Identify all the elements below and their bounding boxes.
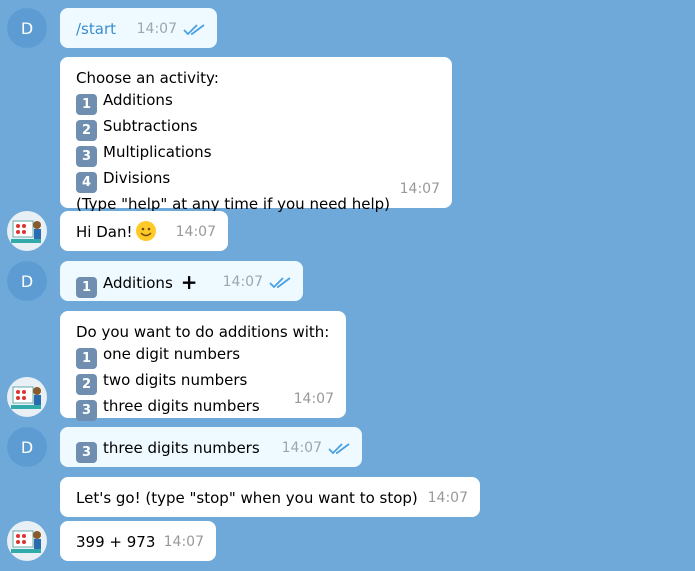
user-avatar[interactable]: D <box>7 427 47 467</box>
keycap-2-icon: 2 <box>76 120 97 141</box>
keycap-1-icon: 1 <box>76 348 97 369</box>
bot-avatar[interactable] <box>7 211 47 251</box>
message-bubble[interactable]: /start 14:07 <box>60 8 217 48</box>
message-time: 14:07 <box>175 224 216 240</box>
message-text: Hi Dan! <box>76 223 133 241</box>
message-time: 14:07 <box>293 391 334 407</box>
message-time: 14:07 <box>222 274 263 290</box>
bot-avatar-image <box>11 530 41 553</box>
bot-avatar-image <box>11 386 41 409</box>
smiling-face-icon <box>136 221 157 241</box>
bot-avatar-image <box>11 220 41 243</box>
keycap-1-icon: 1 <box>76 94 97 115</box>
command-link[interactable]: /start <box>76 20 116 38</box>
message-line: Choose an activity: <box>76 69 219 87</box>
bot-avatar[interactable] <box>7 377 47 417</box>
list-item: 4 Divisions <box>76 167 438 193</box>
keycap-3-icon: 3 <box>76 146 97 167</box>
keycap-1-icon: 1 <box>76 277 97 298</box>
message-text: 399 + 973 <box>76 533 156 551</box>
message-bubble[interactable]: Hi Dan! 14:07 <box>60 211 228 251</box>
list-item: 2 Subtractions <box>76 115 438 141</box>
user-avatar[interactable]: D <box>7 8 47 48</box>
message-text: three digits numbers <box>103 439 260 457</box>
message-line: Do you want to do additions with: <box>76 323 330 341</box>
message-bubble[interactable]: Let's go! (type "stop" when you want to … <box>60 477 480 517</box>
list-item: 3 Multiplications <box>76 141 438 167</box>
list-item: 1 Additions <box>76 89 438 115</box>
double-check-icon <box>269 277 291 289</box>
message-time: 14:07 <box>399 181 440 197</box>
message-text: Additions <box>103 274 173 292</box>
bot-avatar[interactable] <box>7 521 47 561</box>
list-item: 1 one digit numbers <box>76 343 332 369</box>
double-check-icon <box>183 24 205 36</box>
keycap-3-icon: 3 <box>76 400 97 421</box>
double-check-icon <box>328 443 350 455</box>
message-bubble[interactable]: 1 Additions + 14:07 <box>60 261 303 301</box>
message-time: 14:07 <box>427 490 468 506</box>
message-time: 14:07 <box>163 534 204 550</box>
message-bubble[interactable]: Do you want to do additions with: 1 one d… <box>60 311 346 421</box>
user-avatar[interactable]: D <box>7 261 47 301</box>
keycap-2-icon: 2 <box>76 374 97 395</box>
message-bubble[interactable]: Choose an activity: 1 Additions 2 Subtract… <box>60 57 452 213</box>
message-time: 14:07 <box>136 21 177 37</box>
heavy-plus-icon: + <box>180 270 198 294</box>
message-bubble[interactable]: 3 three digits numbers 14:07 <box>60 427 362 467</box>
keycap-3-icon: 3 <box>76 442 97 463</box>
keycap-4-icon: 4 <box>76 172 97 193</box>
message-bubble[interactable]: 399 + 973 14:07 <box>60 521 216 561</box>
message-time: 14:07 <box>281 440 322 456</box>
message-text: Let's go! (type "stop" when you want to … <box>76 489 418 507</box>
